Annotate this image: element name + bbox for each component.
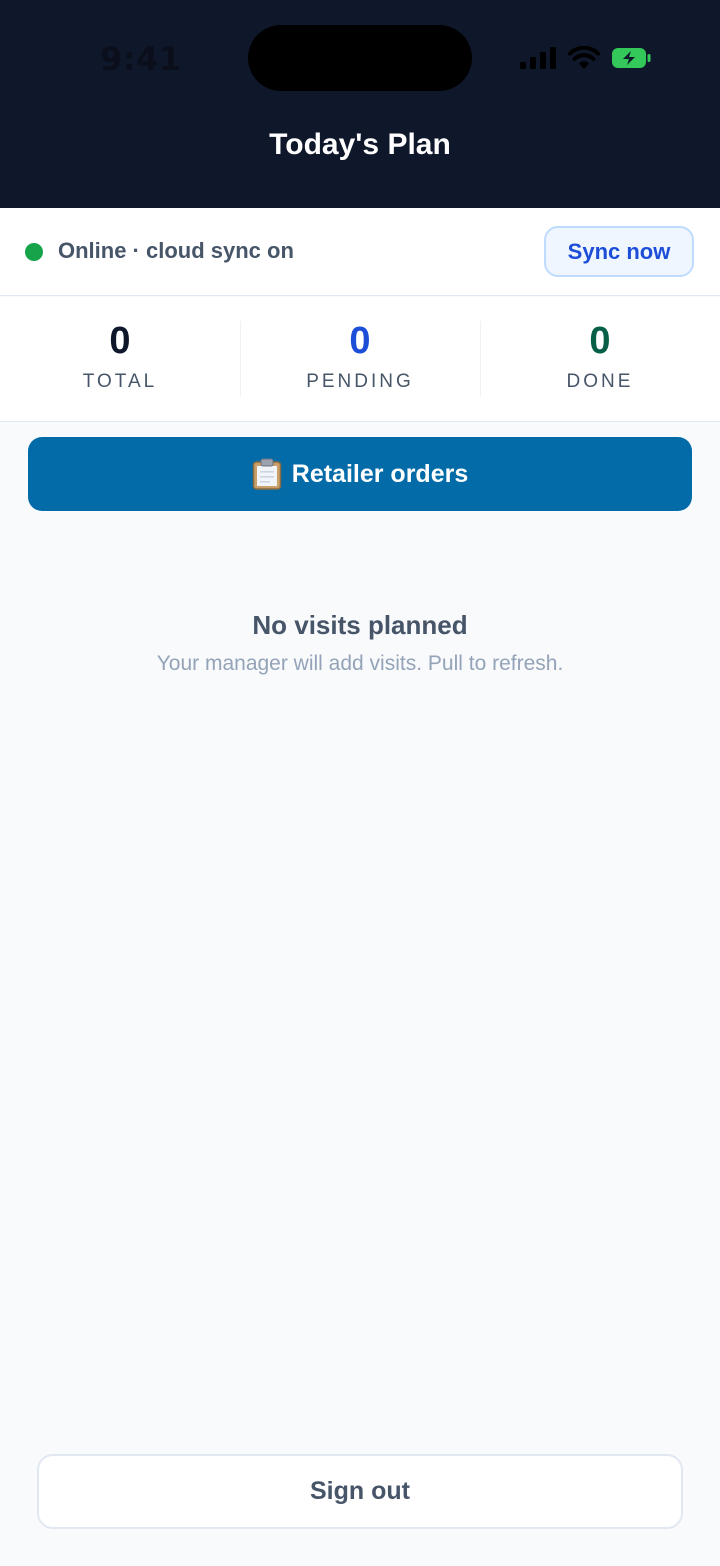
today-plan-screen: 9:41 Today's Plan Online · cloud sync on…	[0, 0, 720, 1566]
stat-done-label: DONE	[566, 371, 634, 392]
sync-status-text: Online · cloud sync on	[58, 238, 294, 263]
page-title: Today's Plan	[269, 128, 451, 161]
retailer-orders-label: Retailer orders	[291, 459, 469, 488]
status-bar-time: 9:41	[100, 40, 182, 78]
visit-stats: 0 TOTAL 0 PENDING 0 DONE	[0, 297, 720, 422]
stat-pending: 0 PENDING	[240, 297, 480, 421]
sync-status-bar: Online · cloud sync on Sync now	[0, 208, 720, 296]
status-bar-icons	[520, 44, 652, 72]
app-header: 9:41 Today's Plan	[0, 0, 720, 208]
stat-done-value: 0	[589, 320, 611, 362]
sync-now-button[interactable]: Sync now	[544, 226, 694, 277]
battery-charging-icon	[612, 48, 651, 68]
stat-done: 0 DONE	[480, 297, 720, 421]
clipboard-icon	[252, 458, 282, 490]
stat-total: 0 TOTAL	[0, 297, 240, 421]
online-status-dot	[25, 243, 43, 261]
stat-total-value: 0	[109, 320, 131, 362]
empty-state-title: No visits planned	[252, 610, 468, 640]
sign-out-button[interactable]: Sign out	[37, 1454, 683, 1529]
dynamic-island	[248, 25, 472, 91]
stat-pending-value: 0	[349, 320, 371, 362]
retailer-orders-button[interactable]: Retailer orders	[28, 437, 692, 511]
cellular-signal-icon	[520, 47, 556, 69]
wifi-icon	[568, 46, 600, 69]
stat-pending-label: PENDING	[306, 371, 414, 392]
empty-state-subtitle: Your manager will add visits. Pull to re…	[156, 652, 564, 675]
stat-total-label: TOTAL	[82, 371, 158, 392]
